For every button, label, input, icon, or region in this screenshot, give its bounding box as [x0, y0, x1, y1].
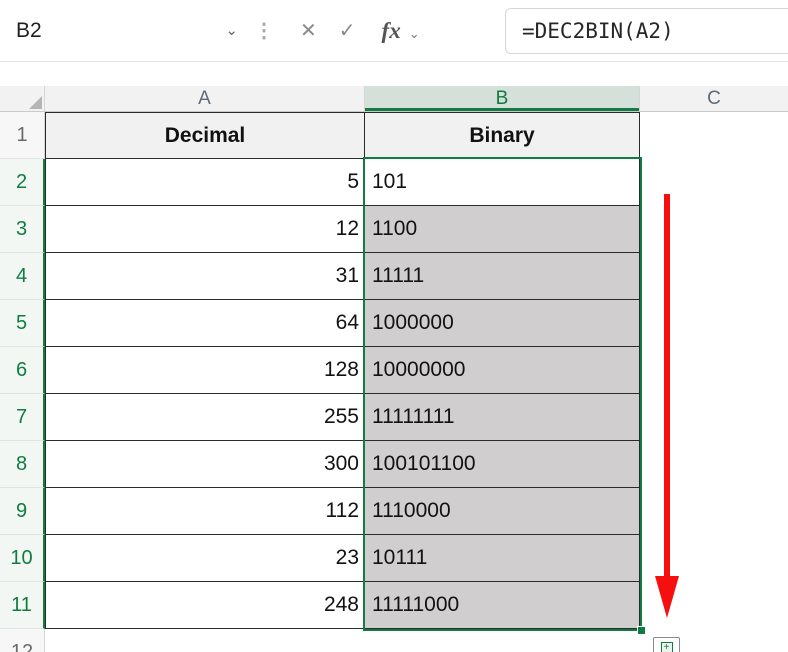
more-options-icon: ⋮	[254, 20, 274, 42]
cell-a5[interactable]: 64	[45, 300, 365, 347]
formula-bar: B2 ⌄ ⋮ ✕ ✓ fx ⌄ =DEC2BIN(A2)	[0, 0, 788, 62]
cell-c8[interactable]	[640, 441, 788, 488]
cell-c6[interactable]	[640, 347, 788, 394]
fill-handle[interactable]	[637, 626, 646, 635]
column-header-a[interactable]: A	[45, 86, 365, 112]
row-header-4[interactable]: 4	[0, 253, 45, 300]
row-header-9[interactable]: 9	[0, 488, 45, 535]
cell-b7[interactable]: 11111111	[365, 394, 640, 441]
row-header-1[interactable]: 1	[0, 112, 45, 159]
table-row: 3 12 1100	[0, 206, 788, 253]
table-row: 9 112 1110000	[0, 488, 788, 535]
table-row: 1 Decimal Binary	[0, 112, 788, 159]
cell-a7[interactable]: 255	[45, 394, 365, 441]
cell-b1[interactable]: Binary	[365, 112, 640, 159]
cancel-icon[interactable]: ✕	[300, 21, 317, 41]
row-header-11[interactable]: 11	[0, 582, 45, 629]
cell-a2[interactable]: 5	[45, 159, 365, 206]
cell-a11[interactable]: 248	[45, 582, 365, 629]
formula-input[interactable]: =DEC2BIN(A2)	[505, 7, 788, 54]
cell-b5[interactable]: 1000000	[365, 300, 640, 347]
cell-a4[interactable]: 31	[45, 253, 365, 300]
chevron-down-icon[interactable]: ⌄	[409, 26, 420, 42]
cell-c3[interactable]	[640, 206, 788, 253]
cell-b2-active[interactable]: 101	[365, 159, 640, 206]
cell-c4[interactable]	[640, 253, 788, 300]
insert-function-icon[interactable]: fx	[382, 18, 401, 44]
table-row: 2 5 101	[0, 159, 788, 206]
cell-c5[interactable]	[640, 300, 788, 347]
cell-c11[interactable]	[640, 582, 788, 629]
chevron-down-icon[interactable]: ⌄	[225, 23, 238, 38]
autofill-icon: +	[660, 642, 673, 652]
row-header-10[interactable]: 10	[0, 535, 45, 582]
row-header-2[interactable]: 2	[0, 159, 45, 206]
cell-b9[interactable]: 1110000	[365, 488, 640, 535]
cell-a1[interactable]: Decimal	[45, 112, 365, 159]
column-header-row: A B C	[0, 86, 788, 112]
table-row: 10 23 10111	[0, 535, 788, 582]
table-row: 4 31 11111	[0, 253, 788, 300]
cell-a6[interactable]: 128	[45, 347, 365, 394]
cell-a10[interactable]: 23	[45, 535, 365, 582]
cell-c7[interactable]	[640, 394, 788, 441]
enter-icon[interactable]: ✓	[339, 21, 356, 41]
name-box-value: B2	[16, 18, 42, 42]
cell-a12[interactable]	[45, 629, 365, 652]
autofill-options-button[interactable]: +	[653, 637, 680, 652]
cell-b4[interactable]: 11111	[365, 253, 640, 300]
cell-b3[interactable]: 1100	[365, 206, 640, 253]
table-row: 6 128 10000000	[0, 347, 788, 394]
cell-a3[interactable]: 12	[45, 206, 365, 253]
row-header-3[interactable]: 3	[0, 206, 45, 253]
row-header-8[interactable]: 8	[0, 441, 45, 488]
table-row: 5 64 1000000	[0, 300, 788, 347]
cell-a8[interactable]: 300	[45, 441, 365, 488]
cell-a9[interactable]: 112	[45, 488, 365, 535]
row-header-7[interactable]: 7	[0, 394, 45, 441]
cell-c2[interactable]	[640, 159, 788, 206]
name-box[interactable]: B2 ⌄	[0, 9, 250, 53]
cell-b10[interactable]: 10111	[365, 535, 640, 582]
cell-c9[interactable]	[640, 488, 788, 535]
select-all-triangle-icon	[29, 96, 42, 109]
cell-c10[interactable]	[640, 535, 788, 582]
cell-c1[interactable]	[640, 112, 788, 159]
column-header-c[interactable]: C	[640, 86, 788, 112]
row-header-5[interactable]: 5	[0, 300, 45, 347]
sheet-grid: A B C 1 Decimal Binary 2 5 101 3 12 1100…	[0, 86, 788, 652]
cell-b6[interactable]: 10000000	[365, 347, 640, 394]
row-header-6[interactable]: 6	[0, 347, 45, 394]
cell-b12[interactable]	[365, 629, 640, 652]
select-all-corner[interactable]	[0, 86, 45, 112]
cell-b11[interactable]: 11111000	[365, 582, 640, 629]
table-row: 11 248 11111000	[0, 582, 788, 629]
column-header-b[interactable]: B	[365, 86, 640, 112]
formula-bar-buttons: ✕ ✓ fx ⌄	[278, 9, 505, 53]
row-header-12[interactable]: 12	[0, 629, 45, 652]
cell-b8[interactable]: 100101100	[365, 441, 640, 488]
table-row: 8 300 100101100	[0, 441, 788, 488]
table-row: 7 255 11111111	[0, 394, 788, 441]
spreadsheet-app: B2 ⌄ ⋮ ✕ ✓ fx ⌄ =DEC2BIN(A2) A B C 1 Dec…	[0, 0, 788, 652]
